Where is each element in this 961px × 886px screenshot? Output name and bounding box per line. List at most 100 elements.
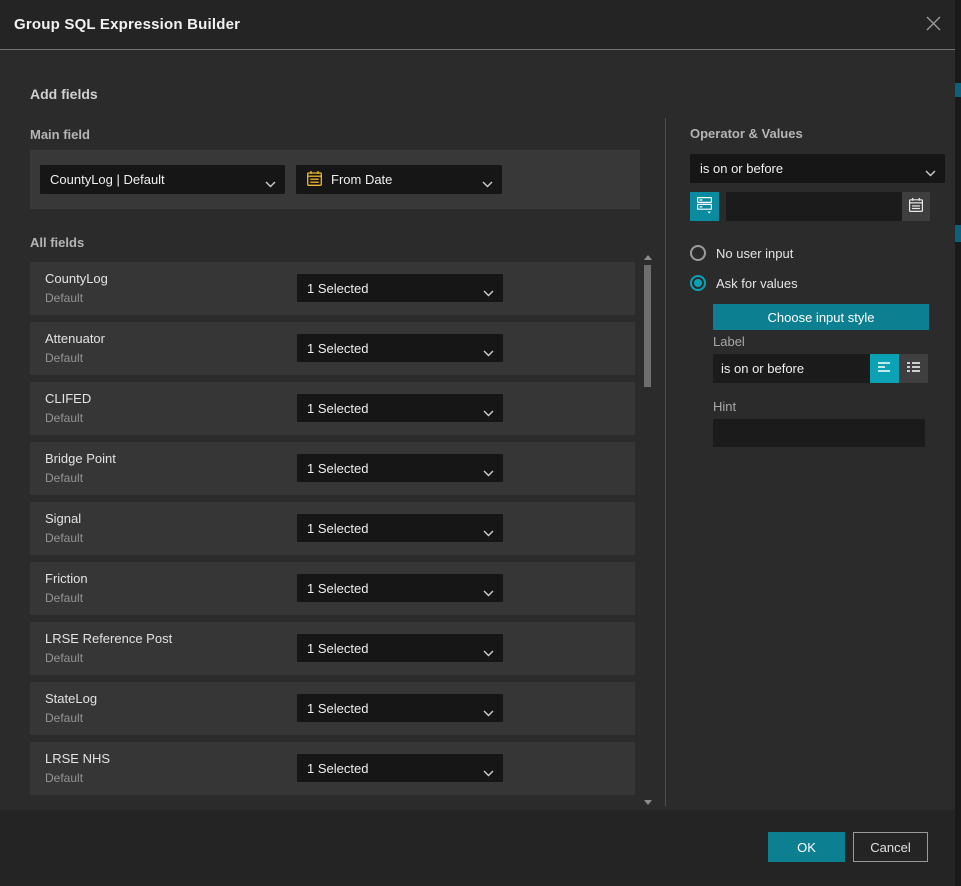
chevron-down-icon xyxy=(483,285,494,300)
field-name: Bridge Point xyxy=(45,451,116,466)
field-values-select-value: 1 Selected xyxy=(307,461,368,476)
field-sublabel: Default xyxy=(45,471,83,485)
field-sublabel: Default xyxy=(45,531,83,545)
close-icon xyxy=(925,15,942,35)
chevron-down-icon xyxy=(925,165,936,180)
chevron-down-icon xyxy=(483,405,494,420)
field-values-select[interactable]: 1 Selected xyxy=(297,754,503,782)
radio-ask-for-values-label: Ask for values xyxy=(716,276,798,291)
label-input[interactable] xyxy=(713,354,870,383)
radio-no-user-input[interactable]: No user input xyxy=(690,245,793,261)
field-row: Friction Default 1 Selected xyxy=(30,562,635,615)
value-input-row xyxy=(690,192,945,221)
field-values-select[interactable]: 1 Selected xyxy=(297,274,503,302)
align-left-icon xyxy=(877,361,892,376)
chevron-down-icon xyxy=(483,705,494,720)
ok-button[interactable]: OK xyxy=(768,832,845,862)
main-field-panel: CountyLog | Default From Date xyxy=(30,150,640,209)
dialog-title: Group SQL Expression Builder xyxy=(14,16,240,33)
scroll-down-arrow-icon[interactable] xyxy=(644,800,652,805)
align-left-style-button[interactable] xyxy=(870,354,899,383)
field-row: CLIFED Default 1 Selected xyxy=(30,382,635,435)
bulleted-list-icon xyxy=(906,361,921,376)
group-sql-expression-builder-dialog: Group SQL Expression Builder Add fields … xyxy=(0,0,961,886)
field-row: StateLog Default 1 Selected xyxy=(30,682,635,735)
field-values-select[interactable]: 1 Selected xyxy=(297,634,503,662)
field-values-select[interactable]: 1 Selected xyxy=(297,694,503,722)
panel-divider xyxy=(665,118,666,806)
radio-selected-icon xyxy=(690,275,706,291)
chevron-down-icon xyxy=(483,465,494,480)
scroll-up-arrow-icon[interactable] xyxy=(644,255,652,260)
field-sublabel: Default xyxy=(45,291,83,305)
chevron-down-icon xyxy=(483,645,494,660)
field-values-select-value: 1 Selected xyxy=(307,281,368,296)
calendar-icon xyxy=(306,170,323,190)
add-fields-heading: Add fields xyxy=(30,86,98,102)
field-name: StateLog xyxy=(45,691,97,706)
operator-select-value: is on or before xyxy=(700,161,783,176)
all-fields-list: CountyLog Default 1 Selected Attenuator … xyxy=(30,262,635,802)
field-values-select-value: 1 Selected xyxy=(307,761,368,776)
value-date-input[interactable] xyxy=(726,192,930,221)
input-style-toggle-button[interactable] xyxy=(690,192,719,221)
background-accent-fragment xyxy=(955,225,961,242)
bullet-list-style-button[interactable] xyxy=(899,354,928,383)
field-values-select-value: 1 Selected xyxy=(307,641,368,656)
dialog-footer: OK Cancel xyxy=(0,810,955,886)
operator-select[interactable]: is on or before xyxy=(690,154,945,183)
field-sublabel: Default xyxy=(45,651,83,665)
main-field-select-value: From Date xyxy=(331,172,392,187)
cancel-button[interactable]: Cancel xyxy=(853,832,928,862)
chevron-down-icon xyxy=(265,176,276,191)
chevron-down-icon xyxy=(483,345,494,360)
all-fields-heading: All fields xyxy=(30,235,84,250)
field-sublabel: Default xyxy=(45,771,83,785)
field-sublabel: Default xyxy=(45,411,83,425)
radio-no-user-input-label: No user input xyxy=(716,246,793,261)
field-sublabel: Default xyxy=(45,591,83,605)
main-field-heading: Main field xyxy=(30,127,90,142)
field-values-select[interactable]: 1 Selected xyxy=(297,394,503,422)
hint-field-label: Hint xyxy=(713,399,736,414)
calendar-icon xyxy=(908,197,924,216)
field-values-select[interactable]: 1 Selected xyxy=(297,334,503,362)
chevron-down-icon xyxy=(483,585,494,600)
field-name: LRSE Reference Post xyxy=(45,631,172,646)
layer-select-value: CountyLog | Default xyxy=(50,172,165,187)
radio-unselected-icon xyxy=(690,245,706,261)
close-button[interactable] xyxy=(917,9,949,41)
field-name: Attenuator xyxy=(45,331,105,346)
layer-select[interactable]: CountyLog | Default xyxy=(40,165,285,194)
field-row: CountyLog Default 1 Selected xyxy=(30,262,635,315)
field-values-select[interactable]: 1 Selected xyxy=(297,454,503,482)
field-row: LRSE Reference Post Default 1 Selected xyxy=(30,622,635,675)
field-values-select-value: 1 Selected xyxy=(307,701,368,716)
scrollbar-thumb[interactable] xyxy=(644,265,651,387)
hint-input[interactable] xyxy=(713,419,925,447)
choose-input-style-button[interactable]: Choose input style xyxy=(713,304,929,330)
field-values-select-value: 1 Selected xyxy=(307,341,368,356)
stacked-input-rows-icon xyxy=(696,196,713,217)
field-row: LRSE NHS Default 1 Selected xyxy=(30,742,635,795)
field-row: Attenuator Default 1 Selected xyxy=(30,322,635,375)
main-field-select[interactable]: From Date xyxy=(296,165,502,194)
field-sublabel: Default xyxy=(45,351,83,365)
radio-ask-for-values[interactable]: Ask for values xyxy=(690,275,798,291)
field-name: LRSE NHS xyxy=(45,751,110,766)
chevron-down-icon xyxy=(483,525,494,540)
operator-values-heading: Operator & Values xyxy=(690,126,803,141)
field-name: Signal xyxy=(45,511,81,526)
list-scrollbar[interactable] xyxy=(643,255,652,805)
field-values-select[interactable]: 1 Selected xyxy=(297,514,503,542)
field-values-select[interactable]: 1 Selected xyxy=(297,574,503,602)
field-values-select-value: 1 Selected xyxy=(307,581,368,596)
label-field-label: Label xyxy=(713,334,745,349)
field-values-select-value: 1 Selected xyxy=(307,521,368,536)
label-style-segmented-control xyxy=(870,354,928,383)
chevron-down-icon xyxy=(483,765,494,780)
date-picker-button[interactable] xyxy=(902,192,930,221)
field-row: Bridge Point Default 1 Selected xyxy=(30,442,635,495)
field-values-select-value: 1 Selected xyxy=(307,401,368,416)
field-sublabel: Default xyxy=(45,711,83,725)
